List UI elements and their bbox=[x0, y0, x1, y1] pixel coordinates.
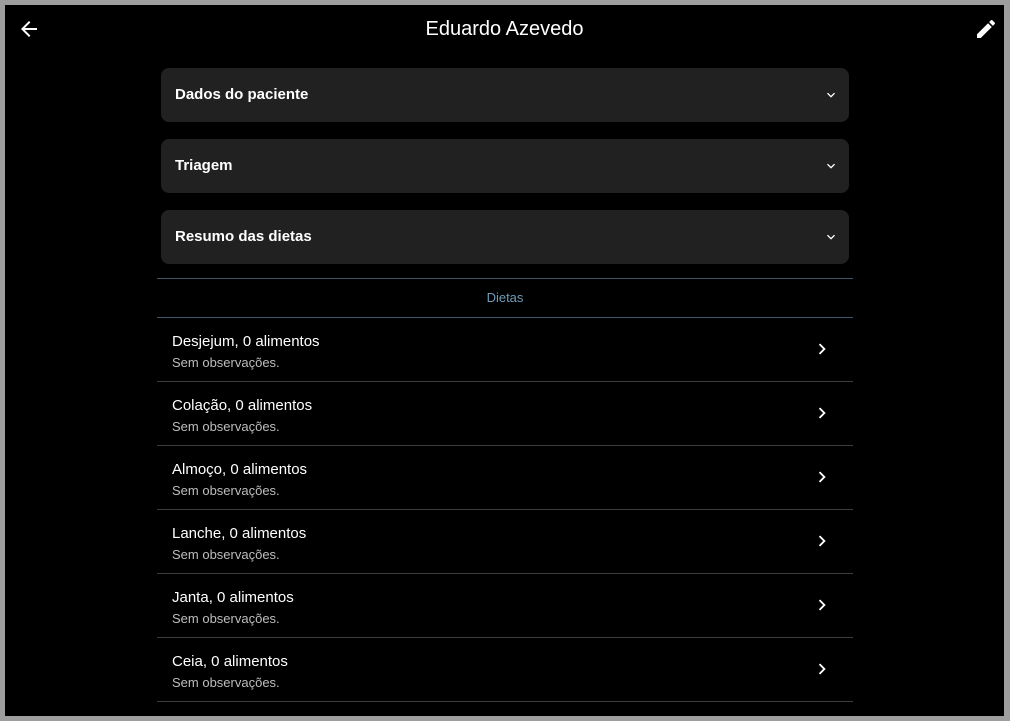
diet-subtitle: Sem observações. bbox=[172, 483, 280, 498]
diet-title: Lanche, 0 alimentos bbox=[172, 525, 307, 542]
panel-dados-do-paciente[interactable]: Dados do paciente bbox=[161, 68, 849, 122]
diet-item-desjejum[interactable]: Desjejum, 0 alimentos Sem observações. bbox=[157, 318, 853, 382]
diet-subtitle: Sem observações. bbox=[172, 547, 280, 562]
diet-subtitle: Sem observações. bbox=[172, 419, 280, 434]
diet-item-almoco[interactable]: Almoço, 0 alimentos Sem observações. bbox=[157, 446, 853, 510]
chevron-down-icon bbox=[827, 234, 835, 240]
panel-label: Resumo das dietas bbox=[175, 228, 312, 245]
diet-subtitle: Sem observações. bbox=[172, 355, 280, 370]
section-title: Dietas bbox=[486, 290, 524, 305]
chevron-right-icon bbox=[818, 599, 826, 611]
diet-item-janta[interactable]: Janta, 0 alimentos Sem observações. bbox=[157, 574, 853, 638]
panel-resumo-das-dietas[interactable]: Resumo das dietas bbox=[161, 210, 849, 264]
diet-subtitle: Sem observações. bbox=[172, 611, 280, 626]
edit-button[interactable] bbox=[974, 17, 998, 41]
chevron-right-icon bbox=[818, 343, 826, 355]
diet-title: Janta, 0 alimentos bbox=[172, 589, 294, 606]
chevron-right-icon bbox=[818, 663, 826, 675]
diet-title: Desjejum, 0 alimentos bbox=[172, 333, 320, 350]
chevron-right-icon bbox=[818, 407, 826, 419]
app-bar: Eduardo Azevedo bbox=[5, 5, 1004, 53]
diet-item-lanche[interactable]: Lanche, 0 alimentos Sem observações. bbox=[157, 510, 853, 574]
diet-subtitle: Sem observações. bbox=[172, 675, 280, 690]
section-header-dietas: Dietas bbox=[157, 278, 853, 318]
chevron-down-icon bbox=[827, 92, 835, 98]
app-window: Eduardo Azevedo Dados do paciente Triage… bbox=[5, 5, 1004, 716]
diet-item-colacao[interactable]: Colação, 0 alimentos Sem observações. bbox=[157, 382, 853, 446]
page-title: Eduardo Azevedo bbox=[425, 18, 584, 40]
pencil-icon bbox=[977, 19, 996, 38]
diet-list: Desjejum, 0 alimentos Sem observações. C… bbox=[157, 318, 853, 702]
chevron-down-icon bbox=[827, 163, 835, 169]
panel-label: Triagem bbox=[175, 157, 233, 174]
chevron-right-icon bbox=[818, 535, 826, 547]
diet-title: Almoço, 0 alimentos bbox=[172, 461, 308, 478]
diet-title: Colação, 0 alimentos bbox=[172, 397, 313, 414]
diet-item-ceia[interactable]: Ceia, 0 alimentos Sem observações. bbox=[157, 638, 853, 702]
chevron-right-icon bbox=[818, 471, 826, 483]
panel-label: Dados do paciente bbox=[175, 86, 309, 103]
panel-triagem[interactable]: Triagem bbox=[161, 139, 849, 193]
diet-title: Ceia, 0 alimentos bbox=[172, 653, 288, 670]
